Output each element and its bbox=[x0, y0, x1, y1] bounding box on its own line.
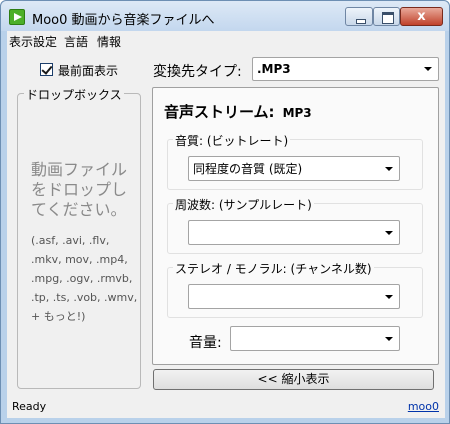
maximize-button[interactable] bbox=[373, 7, 400, 26]
shrink-view-button[interactable]: << 縮小表示 bbox=[153, 369, 434, 390]
window-title: Moo0 動画から音楽ファイルへ bbox=[32, 13, 215, 28]
settings-panel: 音声ストリーム: MP3 音質: (ビットレート) 同程度の音質 (既定) 周波数… bbox=[152, 87, 439, 365]
volume-select[interactable] bbox=[230, 326, 400, 351]
title-bar[interactable]: Moo0 動画から音楽ファイルへ x bbox=[1, 1, 449, 31]
status-text: Ready bbox=[12, 400, 47, 413]
quality-select[interactable]: 同程度の音質 (既定) bbox=[188, 156, 400, 181]
drop-box-title: ドロップボックス bbox=[24, 86, 124, 103]
channels-group: ステレオ / モノラル: (チャンネル数) bbox=[167, 260, 423, 318]
audio-stream-title: 音声ストリーム: MP3 bbox=[164, 101, 312, 122]
volume-label: 音量: bbox=[189, 335, 222, 351]
output-type-value: .MP3 bbox=[257, 62, 291, 76]
moo0-link[interactable]: moo0 bbox=[408, 400, 439, 413]
frequency-label: 周波数: (サンプルレート) bbox=[173, 196, 314, 213]
quality-label: 音質: (ビットレート) bbox=[173, 132, 291, 149]
channels-select[interactable] bbox=[188, 284, 400, 309]
always-on-top-label: 最前面表示 bbox=[58, 64, 119, 78]
checkbox-checked-icon[interactable] bbox=[40, 63, 53, 76]
audio-stream-format: MP3 bbox=[282, 106, 312, 120]
dropdown-arrow-icon bbox=[424, 67, 432, 71]
client-area: 表示設定 言語 情報 最前面表示 ドロップボックス 動画ファイルをドロップしてく… bbox=[7, 31, 445, 418]
close-button[interactable]: x bbox=[400, 7, 443, 26]
dropdown-arrow-icon bbox=[385, 336, 393, 341]
minimize-button[interactable] bbox=[345, 7, 373, 26]
menu-display-settings[interactable]: 表示設定 bbox=[9, 33, 57, 50]
menu-bar: 表示設定 言語 情報 bbox=[7, 31, 445, 51]
menu-info[interactable]: 情報 bbox=[97, 33, 121, 50]
close-icon: x bbox=[417, 9, 426, 24]
drop-box-extensions: (.asf, .avi, .flv, .mkv, mov, .mp4, .mpg… bbox=[31, 234, 138, 323]
dropdown-arrow-icon bbox=[385, 294, 393, 299]
channels-label: ステレオ / モノラル: (チャンネル数) bbox=[173, 260, 374, 277]
dropdown-arrow-icon bbox=[385, 166, 393, 171]
frequency-select[interactable] bbox=[188, 220, 400, 245]
frequency-group: 周波数: (サンプルレート) bbox=[167, 196, 423, 254]
audio-stream-label: 音声ストリーム: bbox=[164, 103, 275, 121]
quality-value: 同程度の音質 (既定) bbox=[193, 162, 303, 176]
output-type-label: 変換先タイプ: bbox=[153, 64, 242, 80]
quality-group: 音質: (ビットレート) 同程度の音質 (既定) bbox=[167, 132, 423, 190]
app-window: Moo0 動画から音楽ファイルへ x 表示設定 言語 情報 最前面表示 ドロップ… bbox=[0, 0, 450, 424]
menu-language[interactable]: 言語 bbox=[64, 33, 88, 50]
drop-box[interactable]: ドロップボックス 動画ファイルをドロップしてください。 (.asf, .avi,… bbox=[17, 86, 141, 389]
app-play-icon bbox=[9, 9, 25, 25]
drop-box-message: 動画ファイルをドロップしてください。 bbox=[31, 160, 128, 219]
output-type-select[interactable]: .MP3 bbox=[252, 57, 439, 81]
dropdown-arrow-icon bbox=[385, 230, 393, 235]
